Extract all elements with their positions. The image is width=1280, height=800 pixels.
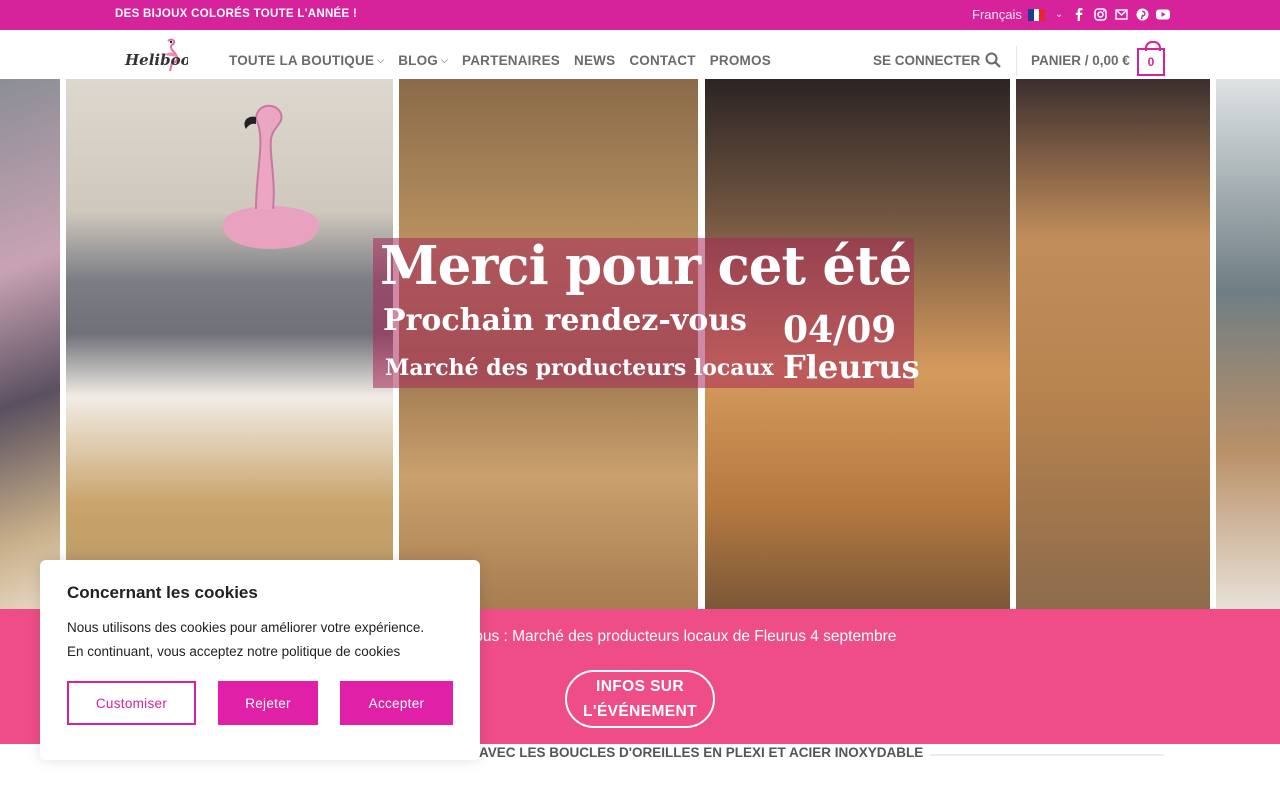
nav-item-partenaires[interactable]: PARTENAIRES (462, 53, 560, 68)
cart-count-badge[interactable]: 0 (1137, 41, 1165, 76)
hero-photo (1216, 79, 1280, 609)
nav-label: NEWS (574, 53, 616, 68)
pinterest-icon[interactable] (1135, 7, 1149, 21)
section-title: R AVEC LES BOUCLES D'OREILLES EN PLEXI E… (466, 745, 924, 760)
cookie-banner: Concernant les cookies Nous utilisons de… (40, 560, 480, 760)
hero-photo-earrings (1016, 79, 1210, 609)
hero-date: 04/09 (783, 309, 897, 351)
hero-banner[interactable]: Merci pour cet été Prochain rendez-vous … (0, 79, 1280, 609)
nav-label: BLOG (398, 53, 438, 68)
cookie-line2: En continuant, vous acceptez notre polit… (67, 644, 401, 659)
nav-item-promos[interactable]: PROMOS (710, 53, 771, 68)
reject-button[interactable]: Rejeter (218, 681, 318, 725)
event-info-button[interactable]: INFOS SUR L'ÉVÉNEMENT (565, 670, 715, 728)
header-divider (1016, 46, 1017, 76)
hero-photo (0, 79, 60, 609)
accept-button[interactable]: Accepter (340, 681, 453, 725)
nav-label: TOUTE LA BOUTIQUE (229, 53, 375, 68)
nav-label: PROMOS (709, 53, 771, 68)
hero-title: Merci pour cet été (380, 235, 912, 297)
hero-subtitle: Prochain rendez-vous (383, 303, 747, 338)
search-icon[interactable] (985, 52, 1001, 68)
nav-label: CONTACT (629, 53, 696, 68)
mail-icon[interactable] (1114, 7, 1128, 21)
cookie-message: Nous utilisons des cookies pour améliore… (67, 616, 457, 664)
inflatable-flamingo-icon (222, 104, 320, 249)
section-divider (930, 754, 1164, 756)
chevron-down-icon: ⌵ (377, 55, 385, 65)
promo-text: DES BIJOUX COLORÉS TOUTE L'ANNÉE ! (115, 8, 358, 20)
nav-label: PARTENAIRES (462, 53, 560, 68)
logo-text: Heliboo (124, 51, 188, 69)
cookie-line1: Nous utilisons des cookies pour améliore… (67, 620, 425, 635)
nav-item-contact[interactable]: CONTACT (629, 53, 695, 68)
chevron-down-icon: ⌵ (441, 55, 449, 65)
hero-event: Marché des producteurs locaux (385, 355, 774, 381)
cookie-title: Concernant les cookies (67, 583, 258, 602)
hero-city: Fleurus (783, 348, 920, 386)
nav-item-blog[interactable]: BLOG ⌵ (398, 53, 448, 68)
login-link[interactable]: SE CONNECTER (873, 53, 980, 68)
heliboo-logo[interactable]: Heliboo (124, 38, 191, 72)
top-bar: DES BIJOUX COLORÉS TOUTE L'ANNÉE ! Franç… (0, 0, 1280, 30)
nav-item-boutique[interactable]: TOUTE LA BOUTIQUE ⌵ (229, 53, 384, 68)
youtube-icon[interactable] (1156, 7, 1170, 21)
language-selector[interactable]: Français ⌄ (972, 7, 1063, 22)
event-button-line1: INFOS SUR (596, 678, 684, 695)
nav-item-news[interactable]: NEWS (574, 53, 615, 68)
event-button-line2: L'ÉVÉNEMENT (582, 703, 697, 720)
france-flag-icon (1027, 8, 1045, 21)
social-links (1072, 7, 1170, 21)
language-label: Français (972, 7, 1022, 22)
main-header: Heliboo TOUTE LA BOUTIQUE ⌵ BLOG ⌵ PARTENA… (0, 30, 1280, 79)
hero-photo-stand (66, 79, 393, 609)
customize-button[interactable]: Customiser (67, 681, 196, 725)
chevron-down-icon: ⌄ (1054, 9, 1064, 20)
cart-link[interactable]: PANIER / 0,00 € (1031, 53, 1130, 68)
instagram-icon[interactable] (1093, 7, 1107, 21)
main-nav: TOUTE LA BOUTIQUE ⌵ BLOG ⌵ PARTENAIRES NEW… (229, 53, 771, 68)
facebook-icon[interactable] (1072, 7, 1086, 21)
